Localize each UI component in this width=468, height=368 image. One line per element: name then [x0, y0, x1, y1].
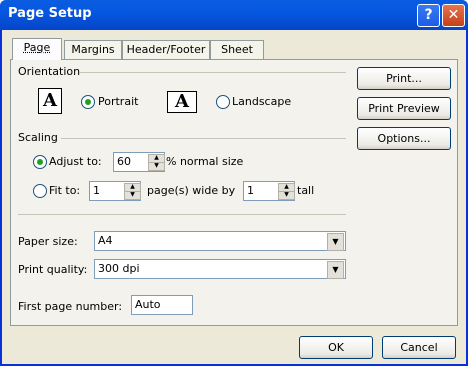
orientation-divider — [79, 72, 346, 73]
print-quality-dropdown-icon[interactable]: ▼ — [327, 261, 344, 279]
paper-divider — [18, 214, 346, 215]
tab-header-footer[interactable]: Header/Footer — [122, 40, 210, 59]
paper-size-dropdown-icon[interactable]: ▼ — [327, 233, 344, 251]
print-preview-button[interactable]: Print Preview — [357, 97, 451, 120]
paper-size-label: Paper size: — [18, 235, 78, 248]
first-page-label: First page number: — [18, 300, 123, 313]
first-page-value[interactable]: Auto — [135, 298, 161, 311]
fit-tall-suffix: tall — [297, 184, 315, 197]
print-quality-select[interactable]: 300 dpi ▼ — [94, 259, 346, 279]
tab-sheet[interactable]: Sheet — [210, 40, 264, 59]
help-button[interactable]: ? — [417, 4, 440, 27]
orientation-group-label: Orientation — [18, 65, 81, 78]
title-bar: Page Setup ? ✕ — [0, 0, 468, 30]
adjust-to-radio[interactable] — [33, 155, 47, 169]
paper-size-select[interactable]: A4 ▼ — [94, 231, 346, 251]
ok-button[interactable]: OK — [299, 336, 373, 359]
print-quality-label: Print quality: — [18, 263, 88, 276]
landscape-radio[interactable] — [216, 95, 230, 109]
landscape-label[interactable]: Landscape — [232, 95, 291, 108]
page-tab-panel: Orientation A Portrait A Landscape Scali… — [10, 59, 458, 326]
dialog-title: Page Setup — [8, 6, 92, 21]
fit-tall-value[interactable]: 1 — [247, 184, 254, 197]
fit-to-label[interactable]: Fit to: — [49, 184, 80, 197]
adjust-to-stepper[interactable]: 60 ▲ ▼ — [113, 152, 165, 172]
print-quality-value[interactable]: 300 dpi — [98, 262, 140, 275]
print-button[interactable]: Print... — [357, 67, 451, 90]
scaling-divider — [61, 138, 346, 139]
landscape-icon: A — [167, 91, 197, 113]
tab-page[interactable]: Page — [12, 38, 62, 60]
fit-wide-down-icon[interactable]: ▼ — [124, 191, 141, 200]
fit-tall-stepper[interactable]: 1 ▲ ▼ — [243, 181, 295, 201]
portrait-label[interactable]: Portrait — [98, 95, 138, 108]
paper-size-value[interactable]: A4 — [98, 234, 113, 247]
options-button[interactable]: Options... — [357, 127, 451, 150]
adjust-suffix: % normal size — [166, 155, 244, 168]
fit-tall-down-icon[interactable]: ▼ — [278, 191, 295, 200]
fit-wide-value[interactable]: 1 — [93, 184, 100, 197]
portrait-radio[interactable] — [81, 95, 95, 109]
first-page-input[interactable]: Auto — [131, 295, 193, 315]
tab-margins[interactable]: Margins — [64, 40, 122, 59]
fit-wide-stepper[interactable]: 1 ▲ ▼ — [89, 181, 141, 201]
cancel-button[interactable]: Cancel — [382, 336, 456, 359]
adjust-to-label[interactable]: Adjust to: — [49, 155, 102, 168]
fit-to-radio[interactable] — [33, 184, 47, 198]
page-setup-dialog: Page Setup ? ✕ Page Margins Header/Foote… — [0, 0, 468, 366]
scaling-group-label: Scaling — [18, 131, 58, 144]
fit-wide-suffix: page(s) wide by — [147, 184, 236, 197]
portrait-icon: A — [38, 88, 62, 114]
adjust-down-icon[interactable]: ▼ — [148, 162, 165, 171]
close-button[interactable]: ✕ — [442, 4, 465, 27]
adjust-to-value[interactable]: 60 — [117, 155, 131, 168]
